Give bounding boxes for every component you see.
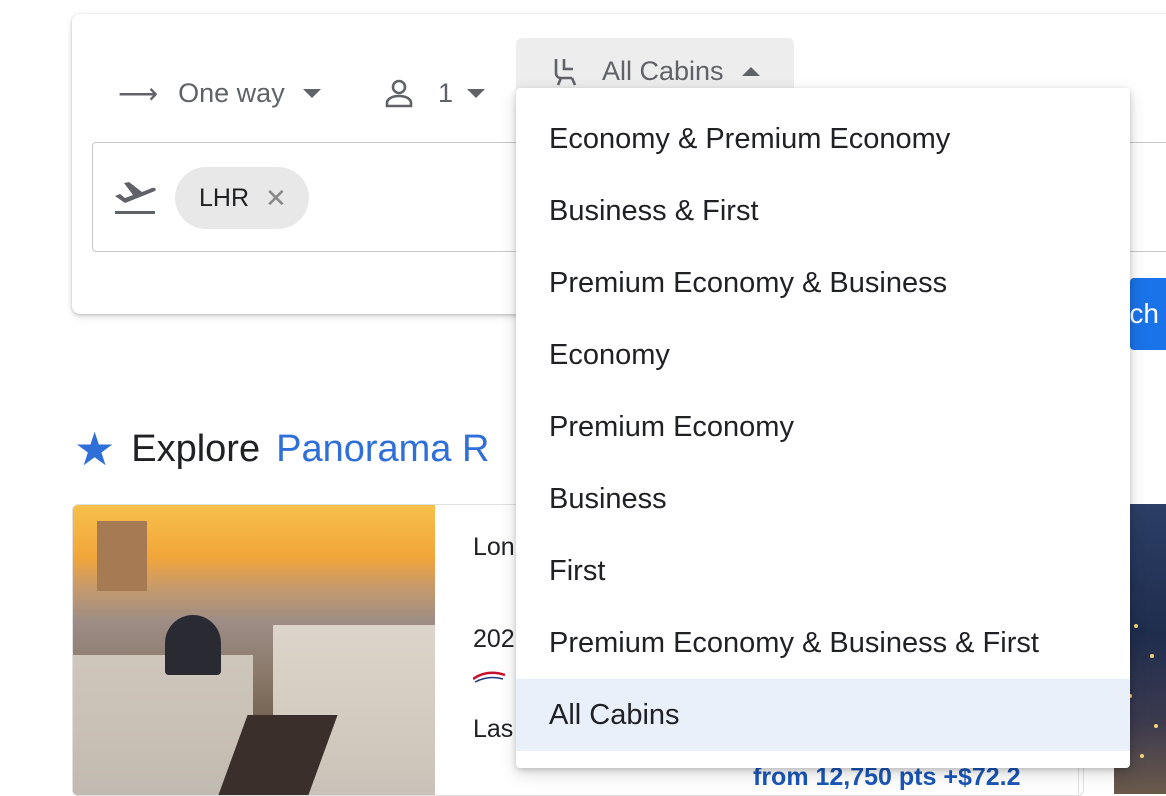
search-button-label: rch <box>1130 298 1159 329</box>
trip-type-label: One way <box>178 77 285 108</box>
airline-logo-icon <box>473 671 505 683</box>
explore-heading: ★ Explore Panorama R <box>74 426 489 472</box>
cabin-option[interactable]: Economy & Premium Economy <box>516 103 1130 175</box>
explore-label: Explore <box>131 427 261 470</box>
trip-type-select[interactable]: ⟶ One way <box>118 54 321 132</box>
cabin-option[interactable]: Premium Economy & Business & First <box>516 607 1130 679</box>
close-icon[interactable]: ✕ <box>265 185 287 211</box>
cabin-option[interactable]: Premium Economy & Business <box>516 247 1130 319</box>
destination-image <box>73 505 435 795</box>
cabin-label: All Cabins <box>602 55 724 86</box>
cabin-option[interactable]: All Cabins <box>516 679 1130 751</box>
cabin-dropdown-menu: Economy & Premium Economy Business & Firs… <box>516 88 1130 768</box>
cabin-option[interactable]: Economy <box>516 319 1130 391</box>
origin-chip[interactable]: LHR ✕ <box>175 167 309 229</box>
cabin-option[interactable]: First <box>516 535 1130 607</box>
takeoff-icon <box>115 182 156 214</box>
cabin-option[interactable]: Business & First <box>516 175 1130 247</box>
cabin-options-list: Economy & Premium Economy Business & Firs… <box>516 88 1130 751</box>
star-icon: ★ <box>74 423 116 475</box>
passenger-select[interactable]: 1 <box>384 54 486 132</box>
arrow-right-icon: ⟶ <box>118 77 159 109</box>
person-icon <box>385 79 413 108</box>
search-button[interactable]: rch <box>1130 278 1166 350</box>
cabin-option[interactable]: Business <box>516 463 1130 535</box>
explore-link[interactable]: Panorama R <box>276 428 489 471</box>
chevron-up-icon <box>741 66 760 76</box>
deal-last-seen: Las <box>473 715 514 743</box>
chevron-down-icon <box>467 88 486 98</box>
chevron-down-icon <box>302 88 321 98</box>
deal-route: Lon <box>473 533 515 561</box>
passenger-count: 1 <box>438 77 454 108</box>
deal-date: 202 <box>473 625 515 653</box>
seat-icon <box>554 59 577 86</box>
origin-chip-label: LHR <box>199 183 250 212</box>
cabin-option[interactable]: Premium Economy <box>516 391 1130 463</box>
